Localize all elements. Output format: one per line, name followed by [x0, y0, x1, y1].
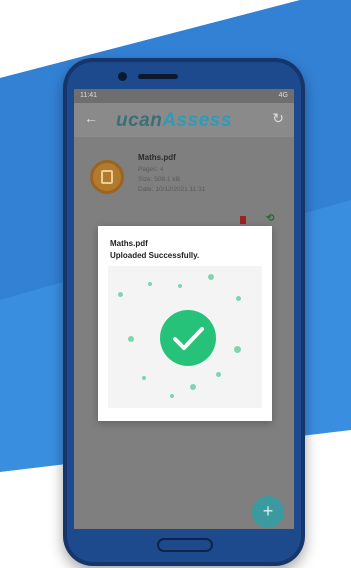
- home-button[interactable]: [157, 538, 213, 552]
- success-check-icon: [160, 310, 216, 366]
- refresh-icon[interactable]: ↻: [272, 110, 284, 127]
- confetti-dot: [234, 346, 241, 353]
- sensor-icon: [148, 74, 153, 79]
- confetti-dot: [128, 336, 134, 342]
- pdf-file-icon: [90, 160, 124, 194]
- dialog-message: Uploaded Successfully.: [110, 251, 200, 260]
- upload-icon[interactable]: ⟲: [266, 213, 274, 224]
- success-illustration: [108, 266, 262, 408]
- camera-icon: [118, 72, 127, 81]
- add-button[interactable]: +: [252, 496, 284, 528]
- confetti-dot: [216, 372, 221, 377]
- confetti-dot: [170, 394, 174, 398]
- dialog-file-name: Maths.pdf: [110, 239, 148, 248]
- delete-icon[interactable]: [240, 216, 246, 224]
- app-logo: ucanAssess: [116, 110, 232, 132]
- confetti-dot: [190, 384, 196, 390]
- file-name[interactable]: Maths.pdf: [138, 153, 176, 162]
- confetti-dot: [236, 296, 241, 301]
- status-bar: 11:41 4G: [74, 89, 294, 103]
- logo-part-1: ucan: [116, 110, 163, 131]
- confetti-dot: [142, 376, 146, 380]
- file-date: Date: 10/12/2021 11:31: [138, 186, 206, 193]
- confetti-dot: [148, 282, 152, 286]
- document-icon: [101, 170, 113, 184]
- confetti-dot: [118, 292, 123, 297]
- status-indicators: 4G: [278, 92, 288, 99]
- app-bar: ← ucanAssess ↻: [74, 103, 294, 137]
- back-arrow-icon[interactable]: ←: [84, 110, 98, 126]
- file-size: Size: 508.1 kB: [138, 176, 180, 183]
- file-pages: Pages: 4: [138, 166, 164, 173]
- confetti-dot: [178, 284, 182, 288]
- status-time: 11:41: [80, 92, 97, 99]
- confetti-dot: [208, 274, 214, 280]
- speaker-grille: [138, 74, 178, 79]
- logo-part-2: Assess: [162, 110, 232, 131]
- upload-success-dialog: Maths.pdf Uploaded Successfully.: [98, 226, 272, 421]
